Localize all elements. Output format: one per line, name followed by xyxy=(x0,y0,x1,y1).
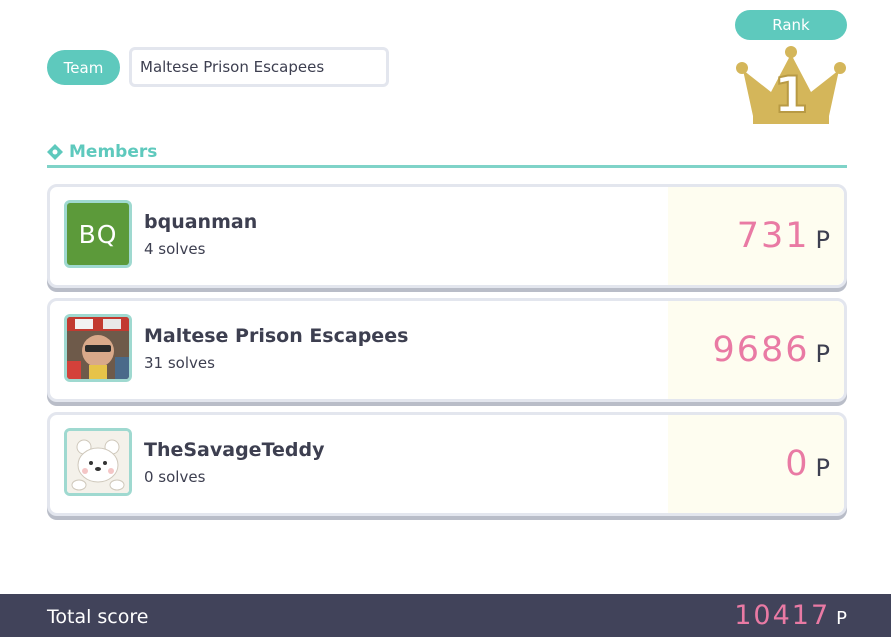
members-heading-label: Members xyxy=(69,142,158,162)
member-score-unit: P xyxy=(815,226,830,254)
rank-value: 1 xyxy=(774,66,809,124)
member-solves: 0 solves xyxy=(144,468,206,486)
member-name[interactable]: Maltese Prison Escapees xyxy=(144,325,408,347)
total-score: 10417 P xyxy=(734,600,847,631)
team-name-value: Maltese Prison Escapees xyxy=(140,58,325,76)
total-score-unit: P xyxy=(836,608,847,629)
avatar: BQ xyxy=(64,200,132,268)
member-score-box: 9686 P xyxy=(668,301,844,399)
member-card[interactable]: TheSavageTeddy 0 solves 0 P xyxy=(47,412,847,516)
team-name-field[interactable]: Maltese Prison Escapees xyxy=(129,47,389,87)
member-solves: 31 solves xyxy=(144,354,215,372)
member-score: 731 xyxy=(736,216,810,256)
total-score-label: Total score xyxy=(47,606,149,628)
member-score: 0 xyxy=(785,444,810,484)
member-card[interactable]: BQ bquanman 4 solves 731 P xyxy=(47,184,847,288)
rank-label: Rank xyxy=(735,10,847,40)
member-score: 9686 xyxy=(712,330,810,370)
total-score-bar: Total score 10417 P xyxy=(0,594,891,637)
member-card[interactable]: Maltese Prison Escapees 31 solves 9686 P xyxy=(47,298,847,402)
member-name[interactable]: TheSavageTeddy xyxy=(144,439,324,461)
total-score-value: 10417 xyxy=(734,600,831,631)
member-score-box: 731 P xyxy=(668,187,844,285)
member-score-unit: P xyxy=(815,340,830,368)
diamond-icon xyxy=(47,144,63,160)
team-label: Team xyxy=(47,50,120,85)
members-heading: Members xyxy=(47,142,847,168)
avatar xyxy=(64,428,132,496)
crown-icon: 1 xyxy=(735,46,847,126)
avatar xyxy=(64,314,132,382)
member-name[interactable]: bquanman xyxy=(144,211,257,233)
member-score-unit: P xyxy=(815,454,830,482)
member-score-box: 0 P xyxy=(668,415,844,513)
member-solves: 4 solves xyxy=(144,240,206,258)
